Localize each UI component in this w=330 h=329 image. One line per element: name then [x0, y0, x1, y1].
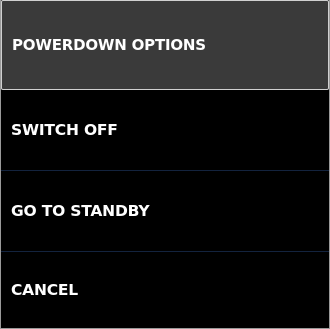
switch-off-label: SWITCH OFF [11, 121, 118, 139]
dialog-header: POWERDOWN OPTIONS [1, 0, 329, 90]
cancel-button[interactable]: CANCEL [1, 252, 329, 328]
dialog-title: POWERDOWN OPTIONS [12, 36, 206, 54]
cancel-label: CANCEL [11, 281, 78, 299]
go-to-standby-button[interactable]: GO TO STANDBY [1, 171, 329, 251]
go-to-standby-label: GO TO STANDBY [11, 202, 150, 220]
switch-off-button[interactable]: SWITCH OFF [1, 90, 329, 170]
powerdown-dialog: POWERDOWN OPTIONS SWITCH OFF GO TO STAND… [0, 0, 330, 329]
